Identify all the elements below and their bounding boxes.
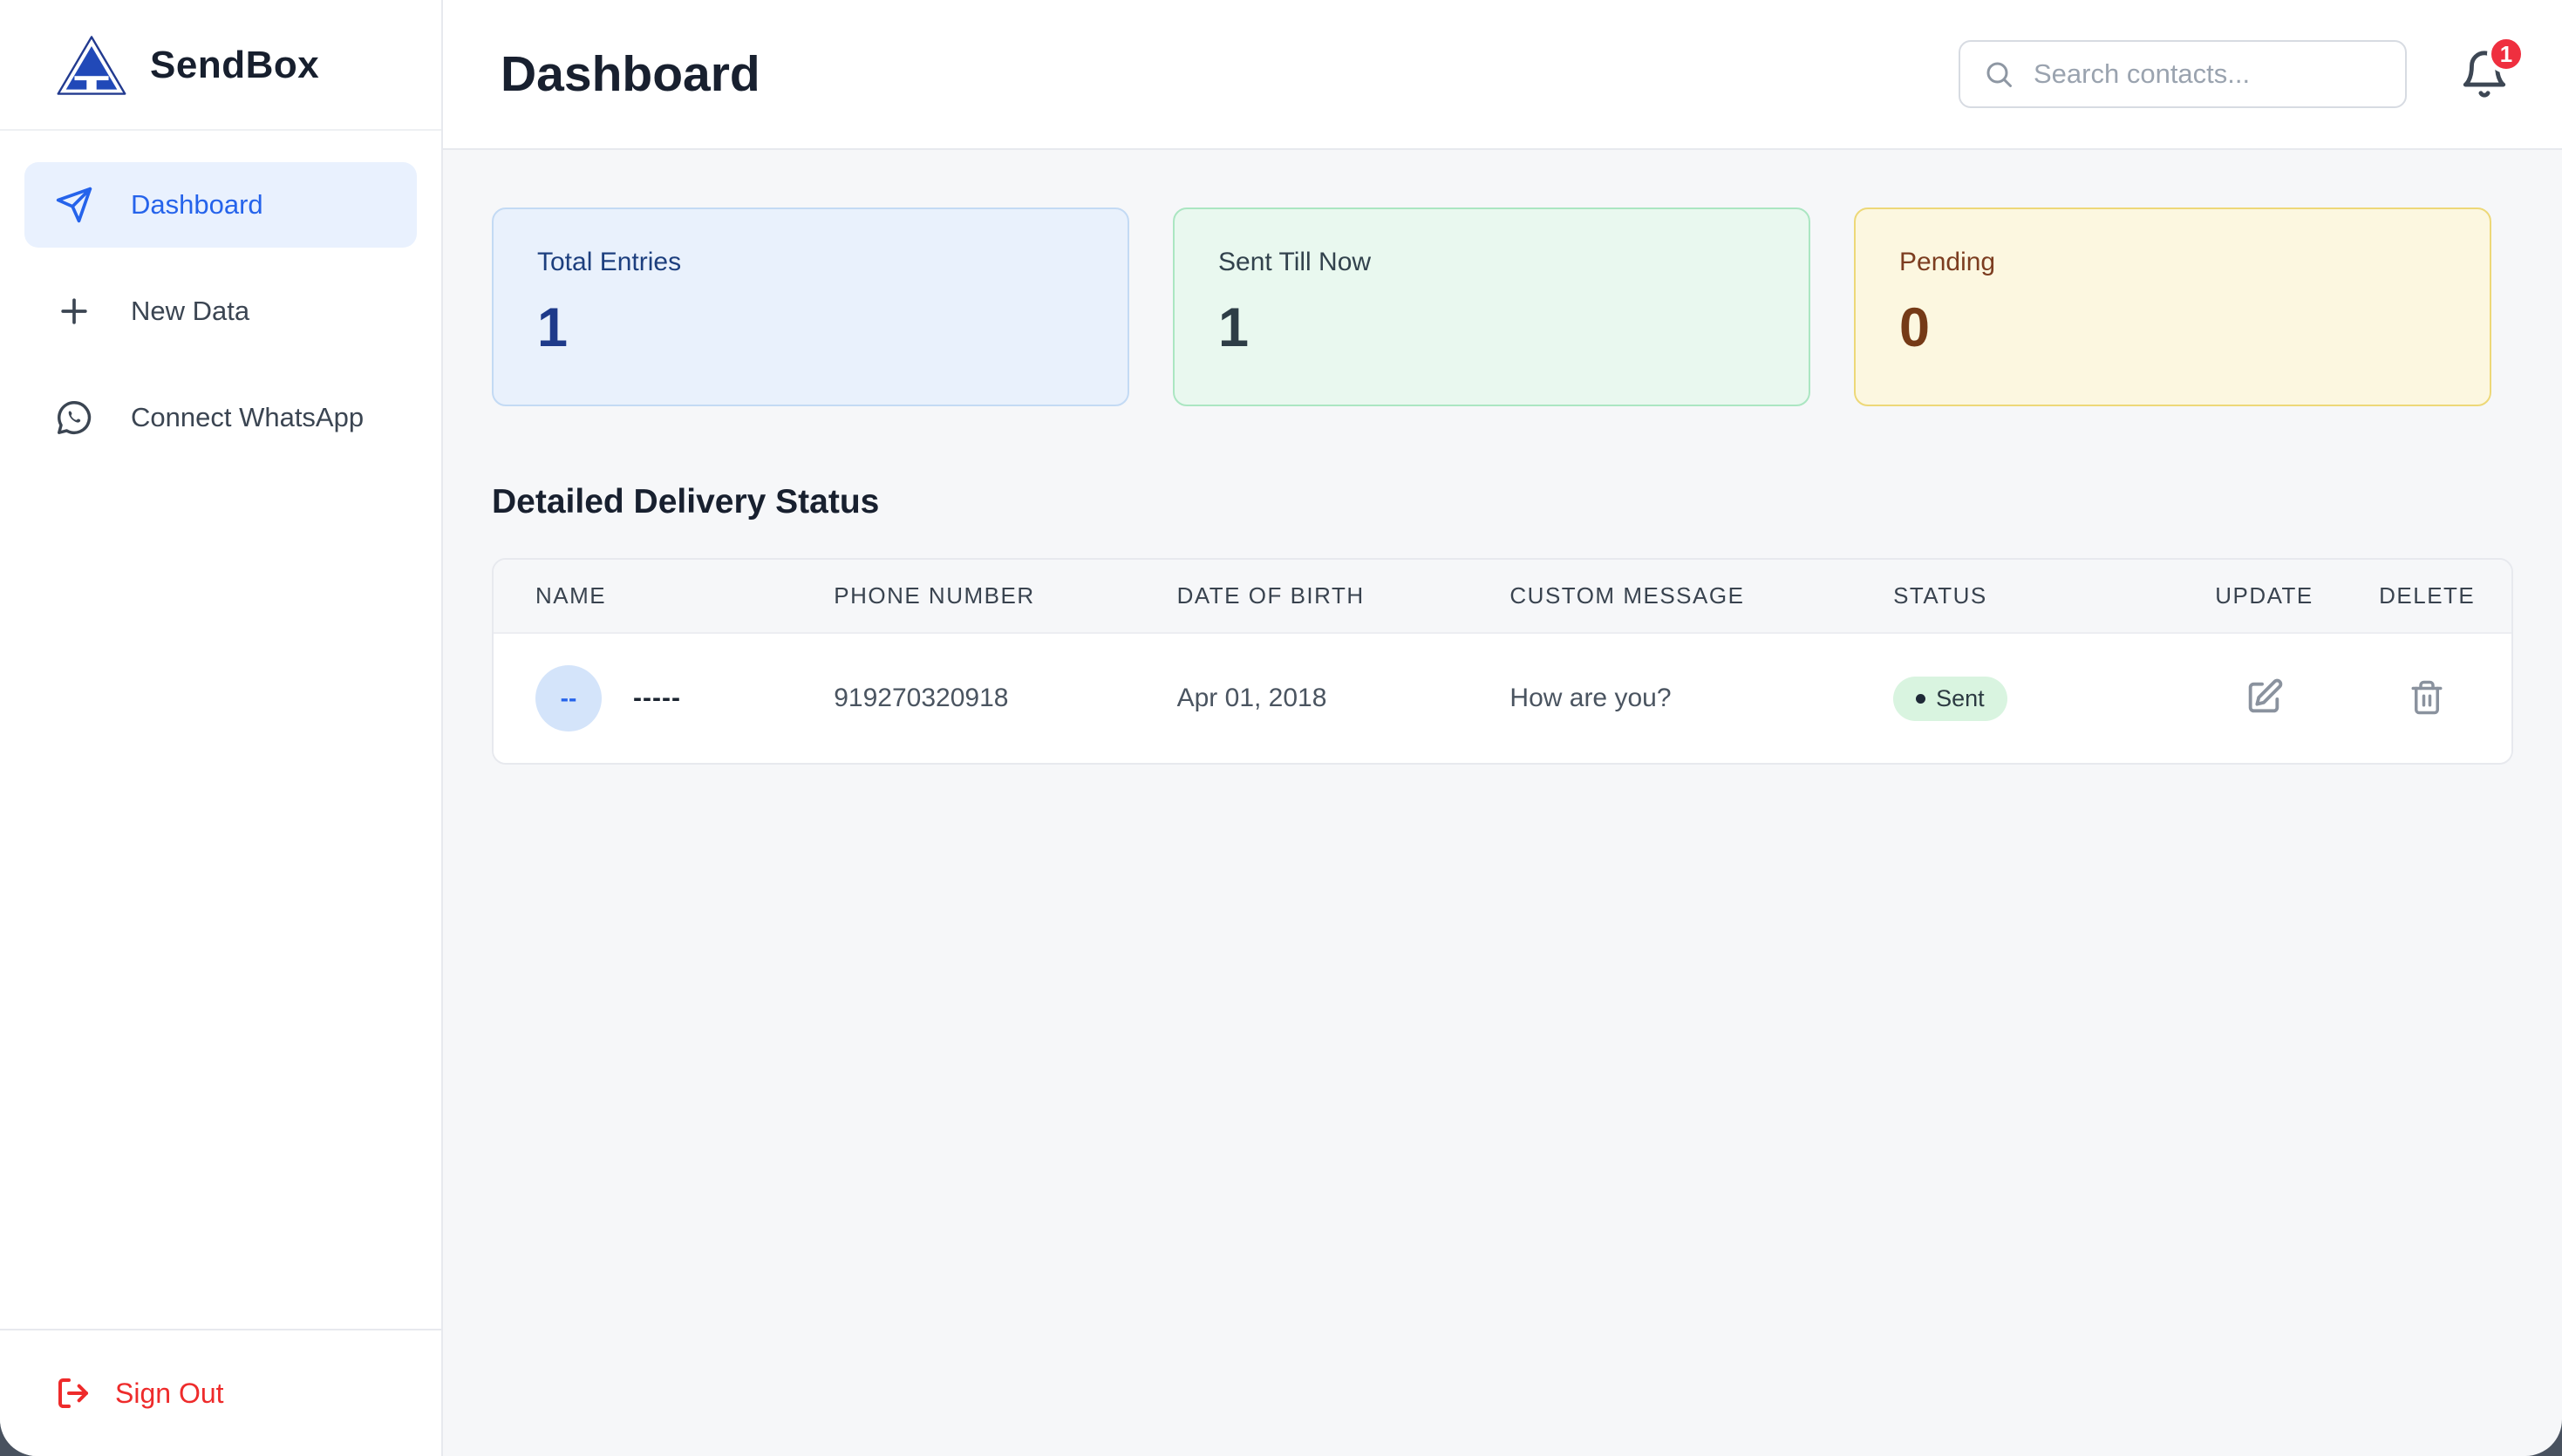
sendbox-logo-icon (56, 35, 127, 96)
col-header-message: CUSTOM MESSAGE (1492, 560, 1876, 633)
col-header-delete: DELETE (2360, 560, 2511, 633)
stat-value: 1 (537, 296, 1084, 359)
logout-icon (56, 1376, 91, 1411)
sidebar-item-label: New Data (131, 296, 249, 327)
sidebar-footer: Sign Out (0, 1329, 441, 1456)
sidebar-item-new-data[interactable]: New Data (24, 269, 417, 354)
col-header-phone: PHONE NUMBER (816, 560, 1159, 633)
delivery-table-card: NAME PHONE NUMBER DATE OF BIRTH CUSTOM M… (492, 558, 2513, 765)
stat-card-total-entries: Total Entries 1 (492, 208, 1129, 406)
contact-name: ----- (633, 684, 681, 713)
delete-button[interactable] (2403, 674, 2450, 724)
search-box (1959, 40, 2407, 108)
contact-name-cell: -- ----- (535, 665, 799, 731)
plus-icon (54, 291, 94, 331)
dashboard-content: Total Entries 1 Sent Till Now 1 Pending … (443, 150, 2562, 822)
col-header-name: NAME (494, 560, 816, 633)
brand-header: SendBox (0, 0, 441, 131)
page-title: Dashboard (501, 45, 760, 103)
stat-value: 1 (1218, 296, 1765, 359)
avatar: -- (535, 665, 602, 731)
stat-label: Pending (1899, 248, 2446, 277)
sidebar-nav: Dashboard New Data Connect WhatsApp (0, 131, 441, 492)
table-header-row: NAME PHONE NUMBER DATE OF BIRTH CUSTOM M… (494, 560, 2511, 633)
sidebar: SendBox Dashboard New Data (0, 0, 443, 1456)
search-icon (1983, 58, 2014, 90)
stat-label: Sent Till Now (1218, 248, 1765, 277)
sign-out-label: Sign Out (115, 1378, 224, 1410)
edit-icon (2244, 677, 2284, 718)
top-bar: Dashboard 1 (443, 0, 2562, 150)
app-window: SendBox Dashboard New Data (0, 0, 2562, 1456)
search-input[interactable] (2032, 58, 2382, 91)
trash-icon (2409, 679, 2445, 716)
top-bar-actions: 1 (1959, 40, 2510, 108)
delivery-table: NAME PHONE NUMBER DATE OF BIRTH CUSTOM M… (494, 560, 2511, 763)
stat-value: 0 (1899, 296, 2446, 359)
sidebar-item-connect-whatsapp[interactable]: Connect WhatsApp (24, 375, 417, 460)
stat-cards: Total Entries 1 Sent Till Now 1 Pending … (492, 208, 2513, 406)
sidebar-item-label: Dashboard (131, 189, 263, 221)
sidebar-item-label: Connect WhatsApp (131, 402, 364, 433)
contact-dob: Apr 01, 2018 (1160, 633, 1493, 763)
table-row: -- ----- 919270320918 Apr 01, 2018 How a… (494, 633, 2511, 763)
stat-label: Total Entries (537, 248, 1084, 277)
col-header-dob: DATE OF BIRTH (1160, 560, 1493, 633)
notifications-button[interactable]: 1 (2459, 47, 2510, 101)
main-area: Dashboard 1 (443, 0, 2562, 1456)
col-header-status: STATUS (1876, 560, 2169, 633)
col-header-update: UPDATE (2169, 560, 2361, 633)
notification-count-badge: 1 (2487, 35, 2525, 73)
sidebar-item-dashboard[interactable]: Dashboard (24, 162, 417, 248)
sign-out-button[interactable]: Sign Out (56, 1376, 385, 1411)
section-title: Detailed Delivery Status (492, 483, 2513, 521)
send-icon (54, 185, 94, 225)
stat-card-pending: Pending 0 (1854, 208, 2491, 406)
update-button[interactable] (2238, 672, 2289, 725)
status-dot-icon (1916, 694, 1925, 704)
status-badge: Sent (1893, 677, 2007, 721)
contact-phone: 919270320918 (816, 633, 1159, 763)
stat-card-sent-till-now: Sent Till Now 1 (1173, 208, 1810, 406)
status-text: Sent (1936, 685, 1985, 712)
contact-message: How are you? (1492, 633, 1876, 763)
brand-name: SendBox (150, 44, 319, 87)
whatsapp-icon (54, 398, 94, 438)
